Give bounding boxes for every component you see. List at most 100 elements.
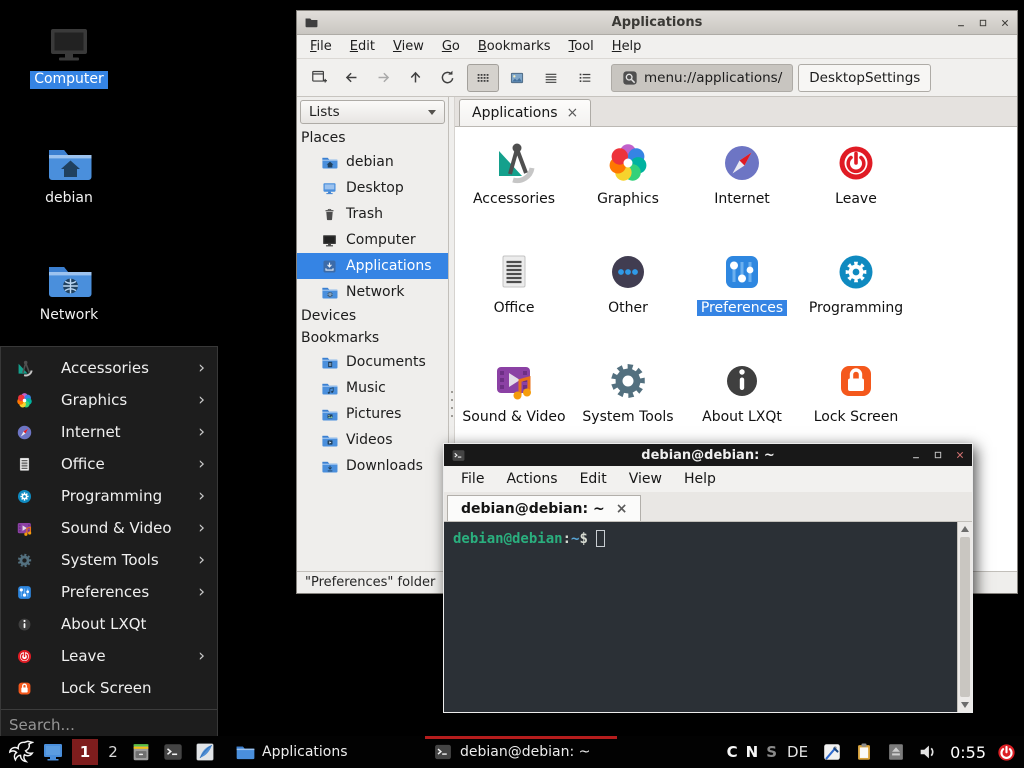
sidebar-item-videos[interactable]: Videos <box>297 427 448 453</box>
accessories-icon <box>15 359 34 378</box>
menu-item-about-lxqt[interactable]: About LXQt <box>1 608 217 640</box>
new-tab-button[interactable] <box>303 64 335 92</box>
tray-clipboard-icon[interactable] <box>853 741 875 763</box>
quick-launch-featherpad-icon[interactable] <box>194 741 216 763</box>
back-button[interactable] <box>335 64 367 92</box>
maximize-button[interactable] <box>932 450 943 461</box>
preferences-icon <box>15 583 34 602</box>
tray-volume-icon[interactable] <box>917 741 939 763</box>
sidebar-item-computer[interactable]: Computer <box>297 227 448 253</box>
thumbnail-view-button[interactable] <box>501 64 533 92</box>
minimize-button[interactable] <box>910 450 921 461</box>
menu-file[interactable]: File <box>450 471 495 487</box>
menu-view[interactable]: View <box>618 471 673 487</box>
menu-edit[interactable]: Edit <box>341 39 384 54</box>
tab-close-icon[interactable]: × <box>616 502 628 516</box>
sidebar-item-applications[interactable]: Applications <box>297 253 448 279</box>
menu-item-label: Leave <box>61 647 198 665</box>
quick-launch-terminal-app-icon[interactable] <box>162 741 184 763</box>
menu-go[interactable]: Go <box>433 39 469 54</box>
menu-item-leave[interactable]: Leave› <box>1 640 217 672</box>
desktop-icon-debian[interactable]: debian <box>14 139 124 208</box>
desktop-icon-computer[interactable]: Computer <box>14 20 124 89</box>
up-button[interactable] <box>399 64 431 92</box>
menu-view[interactable]: View <box>384 39 433 54</box>
tab-close-icon[interactable]: × <box>567 106 579 120</box>
menu-item-preferences[interactable]: Preferences› <box>1 576 217 608</box>
scroll-down-icon[interactable] <box>958 698 972 712</box>
menu-help[interactable]: Help <box>673 471 727 487</box>
menu-item-accessories[interactable]: Accessories› <box>1 352 217 384</box>
keyboard-indicator-c[interactable]: C <box>727 743 738 761</box>
keyboard-indicator-s[interactable]: S <box>766 743 777 761</box>
terminal-titlebar[interactable]: debian@debian: ~ <box>444 444 972 466</box>
menu-item-programming[interactable]: Programming› <box>1 480 217 512</box>
path-segment-label: DesktopSettings <box>809 70 920 86</box>
folder-internet[interactable]: Internet <box>685 137 799 246</box>
menu-bookmarks[interactable]: Bookmarks <box>469 39 560 54</box>
keyboard-indicator-n[interactable]: N <box>746 743 759 761</box>
menu-item-lock-screen[interactable]: Lock Screen <box>1 672 217 704</box>
menu-item-internet[interactable]: Internet› <box>1 416 217 448</box>
path-segment-menu-applications[interactable]: menu://applications/ <box>611 64 793 92</box>
fm-tabbar: Applications × <box>455 97 1017 127</box>
folder-preferences[interactable]: Preferences <box>685 246 799 355</box>
folder-office[interactable]: Office <box>457 246 571 355</box>
sidebar-item-pictures[interactable]: Pictures <box>297 401 448 427</box>
folder-accessories[interactable]: Accessories <box>457 137 571 246</box>
lxqt-menu-icon[interactable] <box>7 739 34 766</box>
sidebar-item-documents[interactable]: Documents <box>297 349 448 375</box>
path-segment-desktopsettings[interactable]: DesktopSettings <box>798 64 931 92</box>
tray-removable-media-icon[interactable] <box>885 741 907 763</box>
compact-view-button[interactable] <box>569 64 601 92</box>
desktop-icon-network[interactable]: Network <box>14 256 124 325</box>
sidebar-item-desktop[interactable]: Desktop <box>297 175 448 201</box>
folder-leave[interactable]: Leave <box>799 137 913 246</box>
menu-item-office[interactable]: Office› <box>1 448 217 480</box>
quick-launch-file-manager-icon[interactable] <box>130 741 152 763</box>
power-button[interactable] <box>995 741 1018 764</box>
workspace-2[interactable]: 2 <box>103 743 123 761</box>
menu-help[interactable]: Help <box>603 39 651 54</box>
menu-item-system-tools[interactable]: System Tools› <box>1 544 217 576</box>
scrollbar-thumb[interactable] <box>960 537 970 697</box>
menu-file[interactable]: File <box>301 39 341 54</box>
task-applications[interactable]: Applications <box>227 736 419 768</box>
menu-item-graphics[interactable]: Graphics› <box>1 384 217 416</box>
menu-tool[interactable]: Tool <box>560 39 603 54</box>
clock[interactable]: 0:55 <box>950 743 986 762</box>
menu-item-sound-video[interactable]: Sound & Video› <box>1 512 217 544</box>
minimize-button[interactable] <box>955 17 966 28</box>
task-debian-debian[interactable]: debian@debian: ~ <box>425 736 617 768</box>
icon-view-button[interactable] <box>467 64 499 92</box>
sidebar-mode-select[interactable]: Lists <box>300 100 445 124</box>
keyboard-layout[interactable]: DE <box>787 743 808 761</box>
sidebar-item-downloads[interactable]: Downloads <box>297 453 448 479</box>
folder-graphics[interactable]: Graphics <box>571 137 685 246</box>
workspace-1[interactable]: 1 <box>72 739 98 765</box>
programming-icon <box>15 487 34 506</box>
sidebar-item-network[interactable]: Network <box>297 279 448 305</box>
close-button[interactable] <box>954 450 965 461</box>
scroll-up-icon[interactable] <box>958 522 972 536</box>
menu-edit[interactable]: Edit <box>569 471 618 487</box>
folder-other[interactable]: Other <box>571 246 685 355</box>
sidebar-item-trash[interactable]: Trash <box>297 201 448 227</box>
tab-applications[interactable]: Applications × <box>459 99 591 126</box>
maximize-button[interactable] <box>977 17 988 28</box>
sidebar-item-music[interactable]: Music <box>297 375 448 401</box>
close-button[interactable] <box>999 17 1010 28</box>
tab-label: Applications <box>472 105 558 121</box>
show-desktop-icon[interactable] <box>41 740 65 764</box>
fm-titlebar[interactable]: Applications <box>297 11 1017 35</box>
reload-button[interactable] <box>431 64 463 92</box>
sidebar-item-debian[interactable]: debian <box>297 149 448 175</box>
terminal-tab[interactable]: debian@debian: ~ × <box>447 495 641 521</box>
terminal-scrollbar[interactable] <box>957 522 972 712</box>
tray-screengrab-icon[interactable] <box>821 741 843 763</box>
detailed-list-view-button[interactable] <box>535 64 567 92</box>
folder-programming[interactable]: Programming <box>799 246 913 355</box>
menu-actions[interactable]: Actions <box>495 471 568 487</box>
terminal-output[interactable]: debian@debian:~$ <box>444 522 972 712</box>
forward-button[interactable] <box>367 64 399 92</box>
